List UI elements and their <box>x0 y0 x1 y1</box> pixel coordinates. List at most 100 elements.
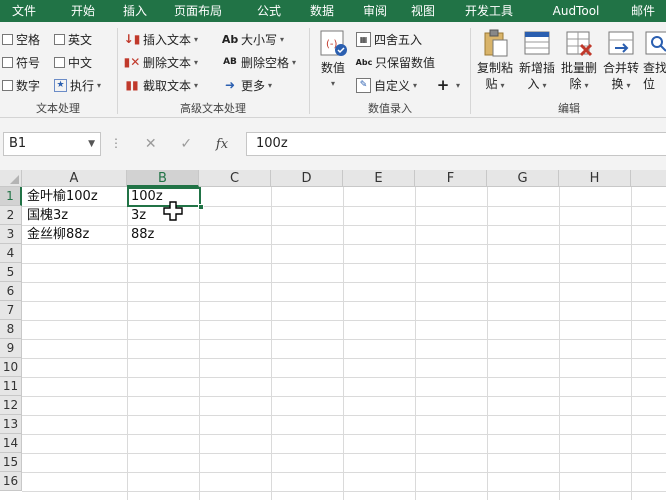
gridline <box>22 358 666 359</box>
space-checkbox[interactable]: 空格 <box>2 29 40 49</box>
tab-review[interactable]: 审阅 <box>350 0 400 22</box>
row-header-9[interactable]: 9 <box>0 339 22 358</box>
checkbox-icon <box>2 33 13 45</box>
insert-new-button[interactable]: 新增插 入 ▾ <box>517 28 557 94</box>
custom-button[interactable]: ✎ 自定义 ▾ <box>356 75 417 95</box>
keep-value-button[interactable]: Abc 只保留数值 <box>356 52 435 72</box>
value-label: 数值 <box>320 61 345 75</box>
ribbon-tab-bar: 文件 开始 插入 页面布局 公式 数据 审阅 视图 开发工具 AudTool 邮… <box>0 0 666 22</box>
column-header-c[interactable]: C <box>199 170 271 187</box>
row-header-2[interactable]: 2 <box>0 206 22 225</box>
column-header-a[interactable]: A <box>22 170 127 187</box>
gridline <box>22 282 666 283</box>
dropdown-arrow-icon: ▾ <box>194 80 199 90</box>
column-header-h[interactable]: H <box>559 170 631 187</box>
tab-insert[interactable]: 插入 <box>118 0 152 22</box>
dropdown-arrow-icon: ▾ <box>280 34 285 44</box>
row-header-7[interactable]: 7 <box>0 301 22 320</box>
gridline <box>22 491 666 492</box>
row-header-13[interactable]: 13 <box>0 415 22 434</box>
worksheet-grid[interactable]: A B C D E F G H 1 2 3 4 5 6 7 8 9 10 11 … <box>0 170 666 500</box>
fill-handle[interactable] <box>198 204 204 210</box>
enter-icon[interactable]: ✓ <box>180 136 192 152</box>
tab-page-layout[interactable]: 页面布局 <box>152 0 244 22</box>
dropdown-arrow-icon: ▾ <box>194 57 199 67</box>
symbol-checkbox[interactable]: 符号 <box>2 52 40 72</box>
tab-view[interactable]: 视图 <box>400 0 446 22</box>
delete-space-label: 删除空格 <box>241 55 290 70</box>
insert-text-button[interactable]: ↓▮ 插入文本 ▾ <box>124 29 198 49</box>
round-icon: ▦ <box>356 31 371 47</box>
extract-text-icon: ▮▮ <box>125 78 139 92</box>
row-header-1[interactable]: 1 <box>0 187 22 206</box>
row-header-6[interactable]: 6 <box>0 282 22 301</box>
delete-text-button[interactable]: ▮✕ 删除文本 ▾ <box>124 52 198 72</box>
extract-text-button[interactable]: ▮▮ 截取文本 ▾ <box>124 75 198 95</box>
tab-mailings[interactable]: 邮件 <box>620 0 666 22</box>
cancel-icon[interactable]: ✕ <box>145 136 157 152</box>
round-button[interactable]: ▦ 四舍五入 <box>356 29 422 49</box>
row-header-11[interactable]: 11 <box>0 377 22 396</box>
batch-delete-button[interactable]: 批量删 除 ▾ <box>559 28 599 94</box>
number-label: 数字 <box>16 78 41 93</box>
cell-b2[interactable]: 3z <box>127 207 146 225</box>
tab-audtool[interactable]: AudTool <box>532 0 620 22</box>
column-header-e[interactable]: E <box>343 170 415 187</box>
column-header-f[interactable]: F <box>415 170 487 187</box>
dropdown-arrow-icon: ▾ <box>330 79 335 88</box>
custom-label: 自定义 <box>374 78 411 93</box>
tab-file[interactable]: 文件 <box>0 0 48 22</box>
plus-icon: + <box>436 76 450 94</box>
column-header-g[interactable]: G <box>487 170 559 187</box>
chevron-down-icon[interactable]: ▼ <box>88 133 95 155</box>
row-header-3[interactable]: 3 <box>0 225 22 244</box>
cell-b3[interactable]: 88z <box>127 226 154 244</box>
column-header-partial[interactable] <box>631 170 666 187</box>
case-label: 大小写 <box>241 32 278 47</box>
row-header-15[interactable]: 15 <box>0 453 22 472</box>
merge-convert-button[interactable]: 合并转 换 ▾ <box>601 28 641 94</box>
insert-function-icon[interactable]: fx <box>216 137 228 152</box>
column-header-b[interactable]: B <box>127 170 199 187</box>
group-label-numeric-entry: 数值录入 <box>368 102 412 115</box>
gridline <box>22 434 666 435</box>
batch-delete-label-tail: 除 <box>569 77 582 91</box>
more-label: 更多 <box>241 78 266 93</box>
batch-delete-label: 批量删 <box>560 61 597 75</box>
row-header-5[interactable]: 5 <box>0 263 22 282</box>
formula-input[interactable]: 100z <box>246 132 666 156</box>
row-header-12[interactable]: 12 <box>0 396 22 415</box>
row-header-8[interactable]: 8 <box>0 320 22 339</box>
find-locate-label-2: 位 <box>643 77 656 91</box>
cell-a3[interactable]: 金丝柳88z <box>23 226 89 244</box>
english-checkbox[interactable]: 英文 <box>54 29 92 49</box>
row-header-10[interactable]: 10 <box>0 358 22 377</box>
cell-a2[interactable]: 国槐3z <box>23 207 68 225</box>
column-header-d[interactable]: D <box>271 170 343 187</box>
name-box[interactable]: B1 ▼ <box>3 132 101 156</box>
cell-select-cursor-icon <box>163 201 183 221</box>
find-locate-button[interactable]: 查找 位 <box>643 28 666 92</box>
tab-data[interactable]: 数据 <box>294 0 350 22</box>
row-header-4[interactable]: 4 <box>0 244 22 263</box>
execute-button[interactable]: ★ 执行 ▾ <box>54 75 101 95</box>
checkbox-icon <box>2 56 13 68</box>
tab-developer[interactable]: 开发工具 <box>446 0 532 22</box>
row-header-14[interactable]: 14 <box>0 434 22 453</box>
number-checkbox[interactable]: 数字 <box>2 75 40 95</box>
tab-home[interactable]: 开始 <box>48 0 118 22</box>
resize-handle-icon[interactable]: ⋮ <box>110 136 122 150</box>
copy-paste-button[interactable]: 复制粘 贴 ▾ <box>475 28 515 94</box>
more-button[interactable]: ➜ 更多 ▾ <box>222 75 272 95</box>
cell-a1[interactable]: 金叶榆100z <box>23 188 98 206</box>
case-button[interactable]: Ab 大小写 ▾ <box>222 29 284 49</box>
chinese-checkbox[interactable]: 中文 <box>54 52 92 72</box>
select-all-button[interactable] <box>0 170 22 187</box>
add-button[interactable]: + ▾ <box>437 75 460 95</box>
insert-rows-icon <box>522 28 552 58</box>
delete-space-button[interactable]: AB 删除空格 ▾ <box>222 52 296 72</box>
batch-delete-icon <box>564 28 594 58</box>
row-header-16[interactable]: 16 <box>0 472 22 491</box>
value-button[interactable]: (-) 数值 ▾ <box>314 28 352 92</box>
tab-formulas[interactable]: 公式 <box>244 0 294 22</box>
